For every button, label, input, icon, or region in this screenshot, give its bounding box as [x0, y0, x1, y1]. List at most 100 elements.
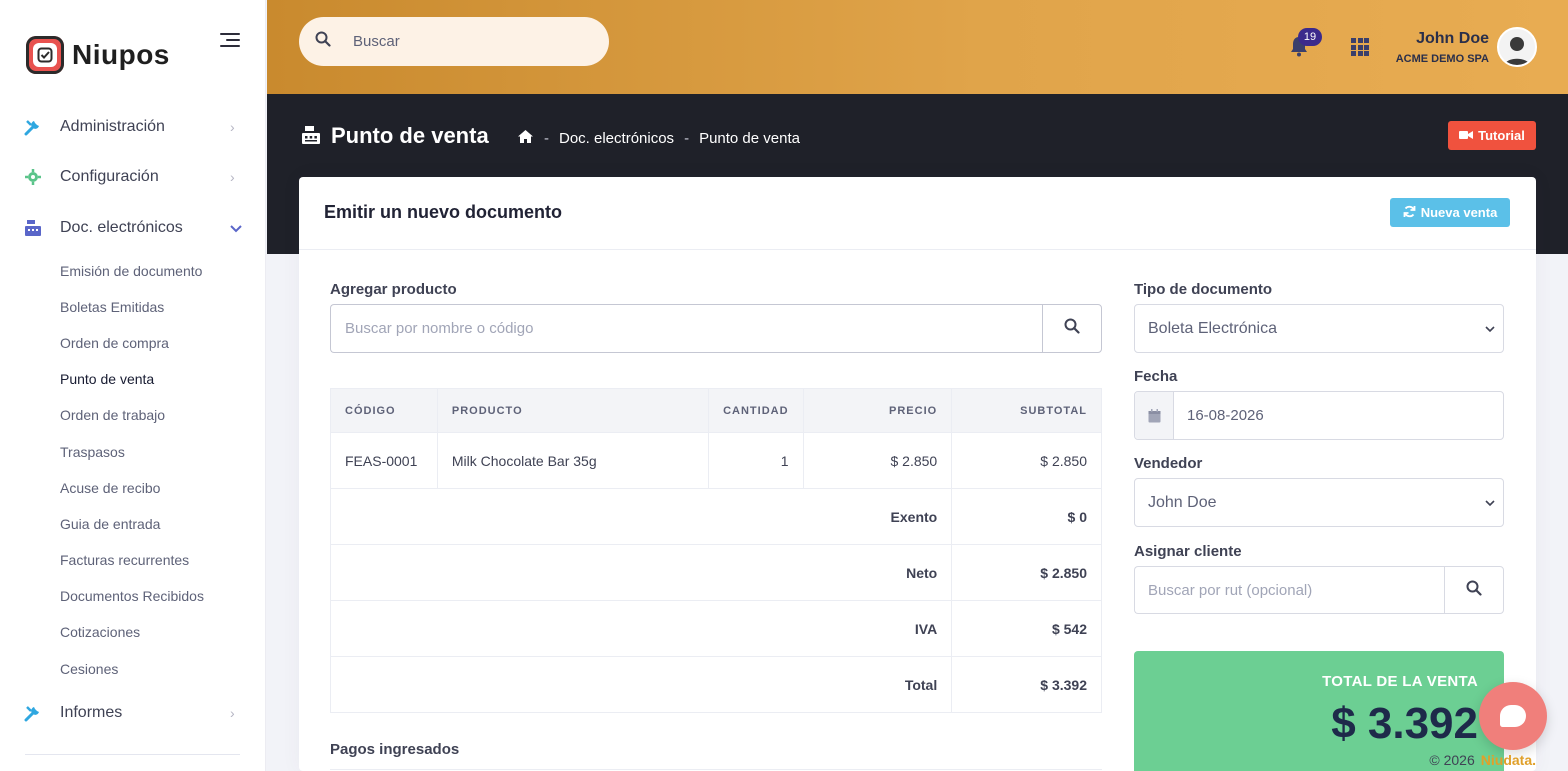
sidebar-item-informes[interactable]: Informes ›: [0, 693, 266, 733]
chevron-down-icon: [1485, 495, 1495, 507]
footer: © 2026 Niudata.: [1429, 752, 1536, 768]
breadcrumb-separator: -: [544, 130, 549, 147]
add-product-label: Agregar producto: [330, 281, 457, 298]
user-name[interactable]: John Doe: [1416, 30, 1489, 48]
chat-widget-button[interactable]: [1479, 682, 1547, 750]
chevron-right-icon: ›: [230, 119, 235, 135]
date-value: 16-08-2026: [1187, 407, 1264, 424]
seller-select[interactable]: John Doe: [1134, 478, 1504, 527]
notifications-badge: 19: [1298, 28, 1322, 46]
column-header-price: PRECIO: [802, 388, 953, 433]
sidebar-subitem[interactable]: Traspasos: [60, 444, 125, 460]
sidebar-subitem[interactable]: Facturas recurrentes: [60, 552, 189, 568]
summary-label: IVA: [329, 600, 953, 657]
cell-subtotal: $ 2.850: [951, 432, 1102, 489]
sidebar-item-administracion[interactable]: Administración ›: [0, 107, 266, 147]
sidebar-item-label: Administración: [60, 118, 165, 135]
date-label: Fecha: [1134, 368, 1178, 385]
sale-total-value: $ 3.392: [1331, 699, 1478, 748]
sidebar-item-label: Doc. electrónicos: [60, 219, 183, 236]
tutorial-button[interactable]: Tutorial: [1448, 121, 1536, 150]
video-camera-icon: [1459, 128, 1474, 143]
sidebar-item-doc-electronicos[interactable]: Doc. electrónicos: [0, 208, 266, 248]
chevron-down-icon: [1485, 321, 1495, 333]
summary-label: Total: [329, 656, 953, 713]
sidebar-item-label: Informes: [60, 704, 123, 721]
global-search-input[interactable]: [353, 29, 593, 53]
summary-row-total: Total $ 3.392: [329, 656, 1102, 713]
sidebar-subitem[interactable]: Orden de compra: [60, 335, 169, 351]
chevron-down-icon: [230, 220, 242, 236]
cell-code: FEAS-0001: [330, 432, 438, 489]
breadcrumb: - Doc. electrónicos - Punto de venta: [517, 129, 800, 148]
client-search-input[interactable]: [1134, 566, 1445, 614]
search-icon: [1064, 318, 1080, 339]
apps-grid-icon[interactable]: [1351, 38, 1369, 56]
refresh-icon: [1403, 205, 1416, 221]
new-document-card: Emitir un nuevo documento Nueva venta Ag…: [299, 177, 1536, 771]
cell-product: Milk Chocolate Bar 35g: [436, 432, 710, 489]
page-title: Punto de venta: [331, 123, 489, 148]
summary-row-neto: Neto $ 2.850: [329, 544, 1102, 601]
avatar[interactable]: [1497, 27, 1537, 67]
brand-name: Niupos: [72, 39, 170, 70]
cash-register-icon: [24, 219, 42, 237]
global-search[interactable]: [299, 17, 609, 66]
tutorial-label: Tutorial: [1478, 128, 1525, 143]
topbar: 19 John Doe ACME DEMO SPA: [267, 0, 1568, 94]
footer-company-link[interactable]: Niudata.: [1481, 752, 1536, 768]
breadcrumb-item-current: Punto de venta: [699, 130, 800, 147]
table-header-row: CÓDIGO PRODUCTO CANTIDAD PRECIO SUBTOTAL: [330, 388, 1102, 433]
gear-icon: [24, 168, 42, 186]
client-search-button[interactable]: [1444, 566, 1504, 614]
sidebar-subitem[interactable]: Emisión de documento: [60, 263, 202, 279]
sidebar-subitem[interactable]: Cesiones: [60, 661, 118, 677]
tools-icon: [24, 118, 42, 136]
brand[interactable]: Niupos: [26, 36, 170, 74]
calendar-icon: [1135, 392, 1174, 439]
cell-qty[interactable]: 1: [708, 432, 804, 489]
chevron-right-icon: ›: [230, 705, 235, 721]
summary-label: Neto: [329, 544, 953, 601]
sidebar-item-label: Configuración: [60, 168, 159, 185]
table-row[interactable]: FEAS-0001 Milk Chocolate Bar 35g 1 $ 2.8…: [330, 432, 1102, 489]
home-icon[interactable]: [517, 129, 534, 148]
sidebar-subitem[interactable]: Cotizaciones: [60, 624, 140, 640]
client-label: Asignar cliente: [1134, 543, 1242, 560]
product-search-button[interactable]: [1042, 304, 1102, 353]
search-icon: [315, 31, 331, 47]
new-sale-button[interactable]: Nueva venta: [1390, 198, 1510, 227]
breadcrumb-item[interactable]: Doc. electrónicos: [559, 130, 674, 147]
product-search-input[interactable]: [330, 304, 1043, 353]
seller-value: John Doe: [1148, 493, 1217, 511]
doc-type-label: Tipo de documento: [1134, 281, 1273, 298]
column-header-product: PRODUCTO: [436, 388, 710, 433]
chevron-right-icon: ›: [230, 169, 235, 185]
sidebar-subitem[interactable]: Boletas Emitidas: [60, 299, 164, 315]
cash-register-icon: [301, 125, 321, 145]
sidebar-subitem[interactable]: Documentos Recibidos: [60, 588, 204, 604]
column-header-subtotal: SUBTOTAL: [951, 388, 1102, 433]
footer-copyright: © 2026: [1429, 752, 1475, 768]
sidebar-subitem-active[interactable]: Punto de venta: [60, 371, 154, 387]
doc-type-select[interactable]: Boleta Electrónica: [1134, 304, 1504, 353]
sidebar-subitem[interactable]: Guia de entrada: [60, 516, 160, 532]
date-field[interactable]: 16-08-2026: [1134, 391, 1504, 440]
summary-label: Exento: [329, 488, 953, 545]
new-sale-label: Nueva venta: [1420, 205, 1498, 220]
seller-label: Vendedor: [1134, 455, 1203, 472]
sidebar: Niupos Administración › Configuración › …: [0, 0, 266, 771]
summary-value: $ 3.392: [951, 656, 1102, 713]
sidebar-toggle-icon[interactable]: [220, 33, 242, 51]
column-header-qty: CANTIDAD: [708, 388, 804, 433]
breadcrumb-separator: -: [684, 130, 690, 147]
card-title: Emitir un nuevo documento: [324, 202, 563, 222]
sidebar-subitem[interactable]: Orden de trabajo: [60, 407, 165, 423]
sidebar-subitem[interactable]: Acuse de recibo: [60, 480, 160, 496]
brand-logo-icon: [26, 36, 64, 74]
sidebar-item-configuracion[interactable]: Configuración ›: [0, 157, 266, 197]
summary-value: $ 0: [951, 488, 1102, 545]
sidebar-divider: [25, 754, 240, 755]
column-header-code: CÓDIGO: [330, 388, 438, 433]
payments-label: Pagos ingresados: [330, 741, 460, 758]
